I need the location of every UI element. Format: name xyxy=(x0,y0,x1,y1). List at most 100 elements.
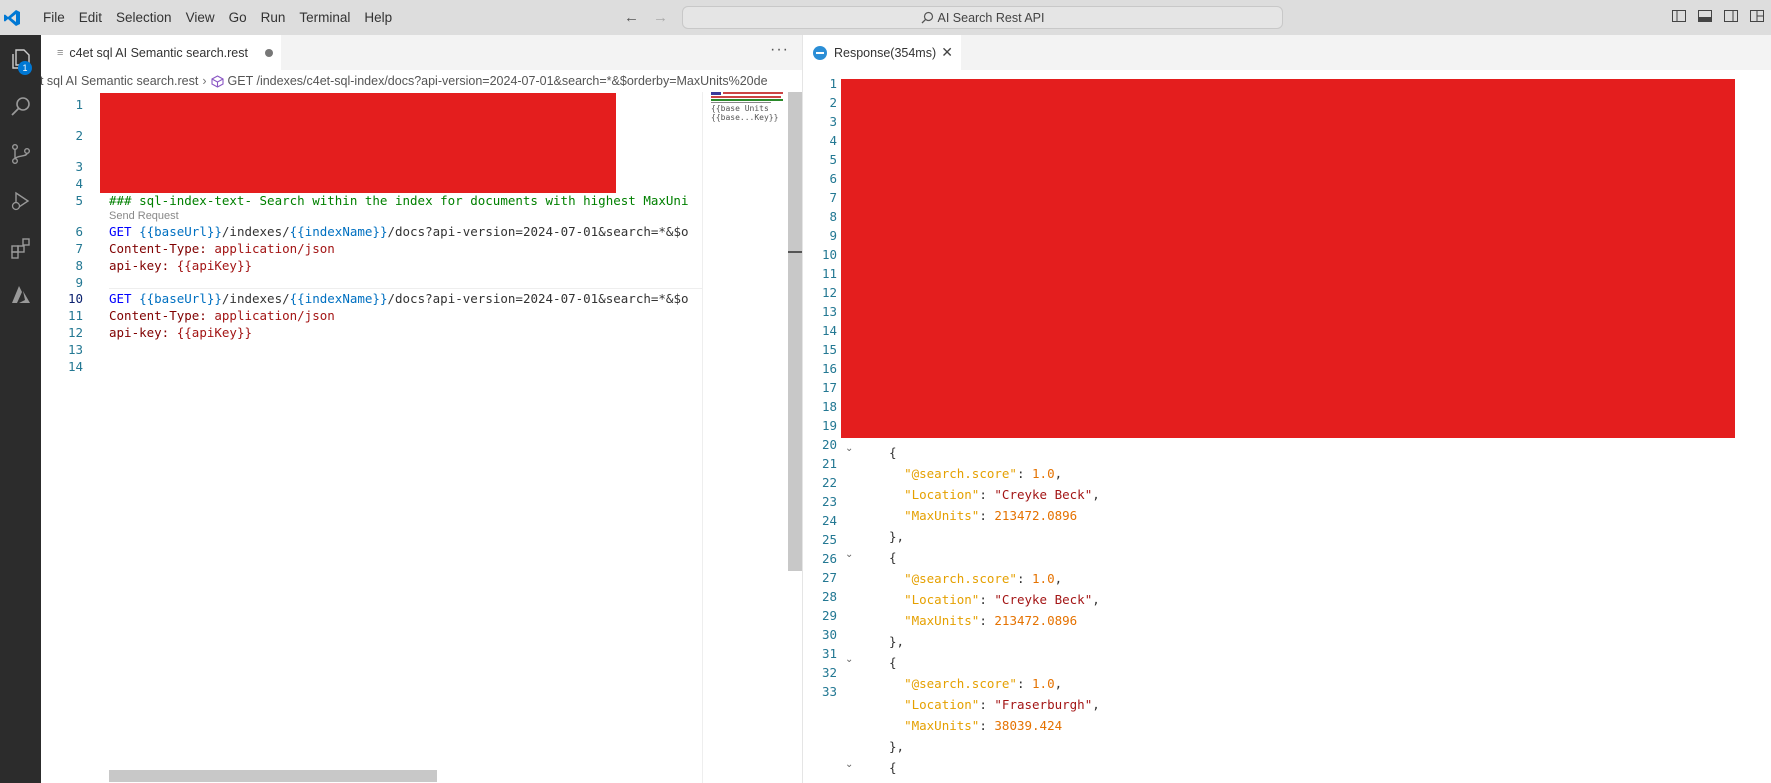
tab-rest-file[interactable]: ≡ c4et sql AI Semantic search.rest xyxy=(41,35,281,70)
menu-file[interactable]: File xyxy=(36,10,72,25)
chevron-right-icon: › xyxy=(202,74,207,88)
symbol-box-icon xyxy=(210,74,224,88)
source-control-button[interactable] xyxy=(0,132,41,176)
menu-terminal[interactable]: Terminal xyxy=(292,10,357,25)
line-number: 7 xyxy=(829,190,837,205)
breadcrumb-symbol[interactable]: GET /indexes/c4et-sql-index/docs?api-ver… xyxy=(228,74,768,88)
line-number: 10 xyxy=(821,247,837,262)
json-brace: }, xyxy=(889,739,905,754)
path-segment: /indexes/ xyxy=(221,224,290,239)
line-number: 2 xyxy=(75,128,83,143)
file-lines-icon: ≡ xyxy=(57,46,64,59)
breadcrumb-file[interactable]: et sql AI Semantic search.rest xyxy=(41,74,198,88)
menu-selection[interactable]: Selection xyxy=(109,10,179,25)
line-number: 12 xyxy=(821,285,837,300)
json-line: "MaxUnits": 38039.424 xyxy=(904,718,1063,733)
code-line-10: GET {{baseUrl}}/indexes/{{indexName}}/do… xyxy=(109,291,689,306)
index-name-variable: {{indexName}} xyxy=(289,224,388,239)
line-number: 32 xyxy=(821,665,837,680)
more-actions-icon[interactable]: ··· xyxy=(770,41,789,59)
fold-chevron-icon[interactable]: ⌄ xyxy=(845,654,853,665)
fold-chevron-icon[interactable]: ⌄ xyxy=(845,443,853,454)
json-line: "@search.score": 1.0, xyxy=(904,466,1063,481)
vertical-scrollbar[interactable] xyxy=(788,92,802,571)
menu-help[interactable]: Help xyxy=(357,10,399,25)
command-center-label: AI Search Rest API xyxy=(937,10,1045,25)
line-number: 2 xyxy=(829,95,837,110)
explorer-button[interactable]: 1 xyxy=(0,37,41,81)
azure-button[interactable] xyxy=(0,273,41,317)
query-string: /docs?api-version=2024-07-01&search=*&$o xyxy=(387,291,689,306)
json-line: "Location": "Creyke Beck", xyxy=(904,487,1100,502)
json-key: "@search.score" xyxy=(904,466,1017,481)
toggle-primary-sidebar-icon[interactable] xyxy=(1671,8,1687,24)
json-key: "MaxUnits" xyxy=(904,508,980,523)
send-request-codelens[interactable]: Send Request xyxy=(109,210,179,222)
line-number: 27 xyxy=(821,570,837,585)
json-value: 213472.0896 xyxy=(994,613,1078,628)
line-number: 30 xyxy=(821,627,837,642)
response-editor[interactable]: 1 2 3 4 5 6 7 8 9 10 11 12 13 14 15 16 1… xyxy=(803,70,1771,783)
header-name: Content-Type: xyxy=(109,308,207,323)
vscode-logo-icon[interactable] xyxy=(3,9,21,27)
json-line: "MaxUnits": 213472.0896 xyxy=(904,508,1078,523)
fold-chevron-icon[interactable]: ⌄ xyxy=(845,549,853,560)
scrollbar-cursor-marker xyxy=(788,251,802,253)
azure-icon xyxy=(11,286,30,303)
http-method: GET xyxy=(109,291,132,306)
minimap[interactable]: {{base Units {{base...Key}} xyxy=(702,92,788,783)
customize-layout-icon[interactable] xyxy=(1749,8,1765,24)
command-center[interactable]: AI Search Rest API xyxy=(682,6,1283,29)
line-number: 1 xyxy=(829,76,837,91)
redacted-block xyxy=(841,79,1735,438)
line-number: 15 xyxy=(821,342,837,357)
menu-go[interactable]: Go xyxy=(222,10,254,25)
tab-response[interactable]: Response(354ms) ✕ xyxy=(803,35,961,70)
json-key: "MaxUnits" xyxy=(904,613,980,628)
run-debug-button[interactable] xyxy=(0,179,41,223)
globe-icon xyxy=(813,45,827,60)
line-number: 20 xyxy=(821,437,837,452)
right-tab-bar: Response(354ms) ✕ xyxy=(803,35,1771,70)
source-control-icon xyxy=(11,144,30,165)
toggle-secondary-sidebar-icon[interactable] xyxy=(1723,8,1739,24)
toggle-panel-icon[interactable] xyxy=(1697,8,1713,24)
line-number: 9 xyxy=(829,228,837,243)
header-name: api-key: xyxy=(109,258,170,273)
header-value: application/json xyxy=(214,241,335,256)
header-name: api-key: xyxy=(109,325,170,340)
unsaved-dot-icon[interactable] xyxy=(265,49,273,57)
json-line: "Location": "Creyke Beck", xyxy=(904,592,1100,607)
line-number: 22 xyxy=(821,475,837,490)
code-line-12: api-key: {{apiKey}} xyxy=(109,325,252,340)
line-number: 4 xyxy=(75,176,83,191)
back-arrow-icon[interactable]: ← xyxy=(624,9,639,26)
tab-rest-file-label: c4et sql AI Semantic search.rest xyxy=(69,45,248,60)
json-brace: { xyxy=(889,655,897,670)
line-number: 24 xyxy=(821,513,837,528)
menu-edit[interactable]: Edit xyxy=(72,10,109,25)
json-value: "Creyke Beck" xyxy=(994,592,1093,607)
search-button[interactable] xyxy=(0,85,41,129)
json-line: "@search.score": 1.0, xyxy=(904,571,1063,586)
line-number: 11 xyxy=(821,266,837,281)
navigation-arrows: ← → xyxy=(624,9,668,26)
menu-run[interactable]: Run xyxy=(254,10,293,25)
json-brace: { xyxy=(889,550,897,565)
request-editor[interactable]: 1 2 3 4 5 6 7 8 9 10 11 12 13 14 ### sql… xyxy=(41,92,702,783)
json-brace: }, xyxy=(889,634,905,649)
menu-view[interactable]: View xyxy=(179,10,222,25)
json-key: "@search.score" xyxy=(904,571,1017,586)
line-number: 29 xyxy=(821,608,837,623)
line-number: 8 xyxy=(75,258,83,273)
base-url-variable: {{baseUrl}} xyxy=(139,291,222,306)
query-string: /docs?api-version=2024-07-01&search=*&$o xyxy=(387,224,689,239)
forward-arrow-icon[interactable]: → xyxy=(653,9,668,26)
close-icon[interactable]: ✕ xyxy=(941,44,953,61)
extensions-button[interactable] xyxy=(0,226,41,270)
horizontal-scrollbar[interactable] xyxy=(109,770,437,782)
line-number: 5 xyxy=(829,152,837,167)
line-number: 8 xyxy=(829,209,837,224)
json-key: "Location" xyxy=(904,592,980,607)
fold-chevron-icon[interactable]: ⌄ xyxy=(845,759,853,770)
